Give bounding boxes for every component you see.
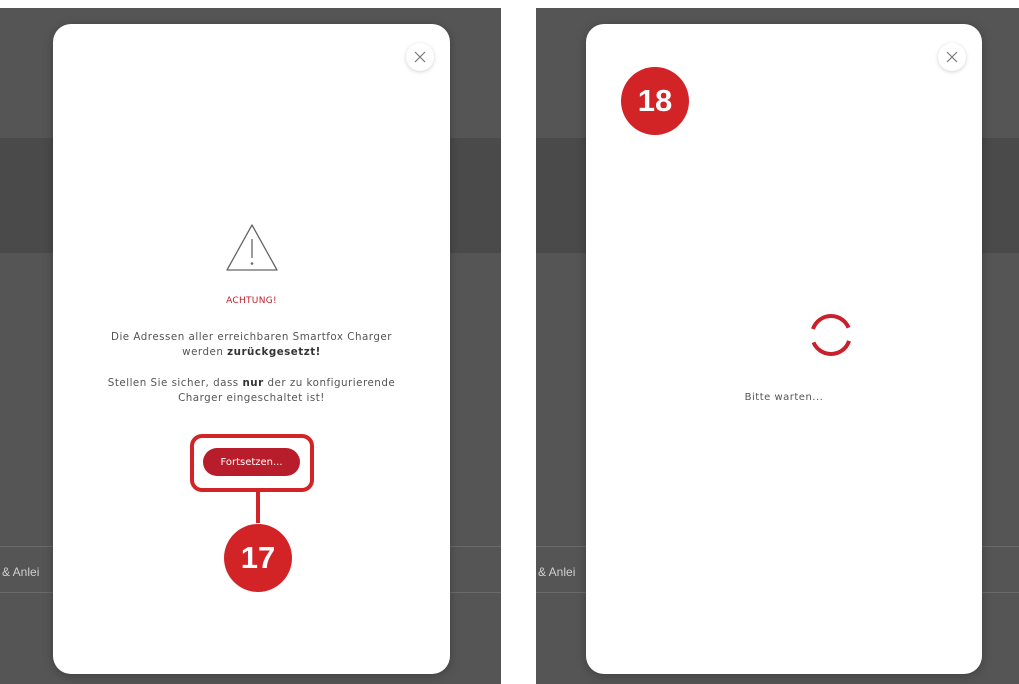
reset-message-line1: Die Adressen aller erreichbaren Smartfox…: [111, 331, 392, 343]
background-sidebar-text: & Anlei: [538, 565, 576, 579]
reset-message-line2: werden zurückgesetzt!: [73, 345, 430, 360]
charger-message-text: Stellen Sie sicher, dass: [107, 377, 243, 389]
warning-triangle-icon: [226, 224, 278, 271]
reset-message-emphasis: zurückgesetzt!: [227, 346, 321, 358]
charger-message-line1: Stellen Sie sicher, dass nur der zu konf…: [73, 376, 430, 391]
charger-message-line2: Charger eingeschaltet ist!: [178, 392, 325, 404]
step-badge-17: 17: [224, 524, 292, 592]
charger-message: Stellen Sie sicher, dass nur der zu konf…: [73, 376, 430, 406]
wait-text: Bitte warten...: [744, 392, 824, 403]
reset-message: Die Adressen aller erreichbaren Smartfox…: [73, 330, 430, 360]
charger-message-emphasis: nur: [242, 377, 264, 389]
loading-spinner-icon: [810, 314, 852, 356]
warning-title: ACHTUNG!: [226, 296, 277, 306]
annotation-connector: [256, 491, 260, 523]
step-badge-18: 18: [621, 67, 689, 135]
close-icon: [946, 51, 958, 63]
background-sidebar-text: & Anlei: [2, 565, 40, 579]
continue-button[interactable]: Fortsetzen...: [203, 448, 300, 476]
right-screenshot: & Anlei Bitte warten...: [536, 8, 1019, 684]
close-icon: [414, 51, 426, 63]
close-button[interactable]: [938, 43, 966, 71]
charger-message-text-end: der zu konfigurierende: [263, 377, 396, 389]
reset-message-text: werden: [182, 346, 228, 358]
close-button[interactable]: [406, 43, 434, 71]
left-screenshot: & Anlei ACHTUNG! Die Adressen aller erre…: [0, 8, 501, 684]
